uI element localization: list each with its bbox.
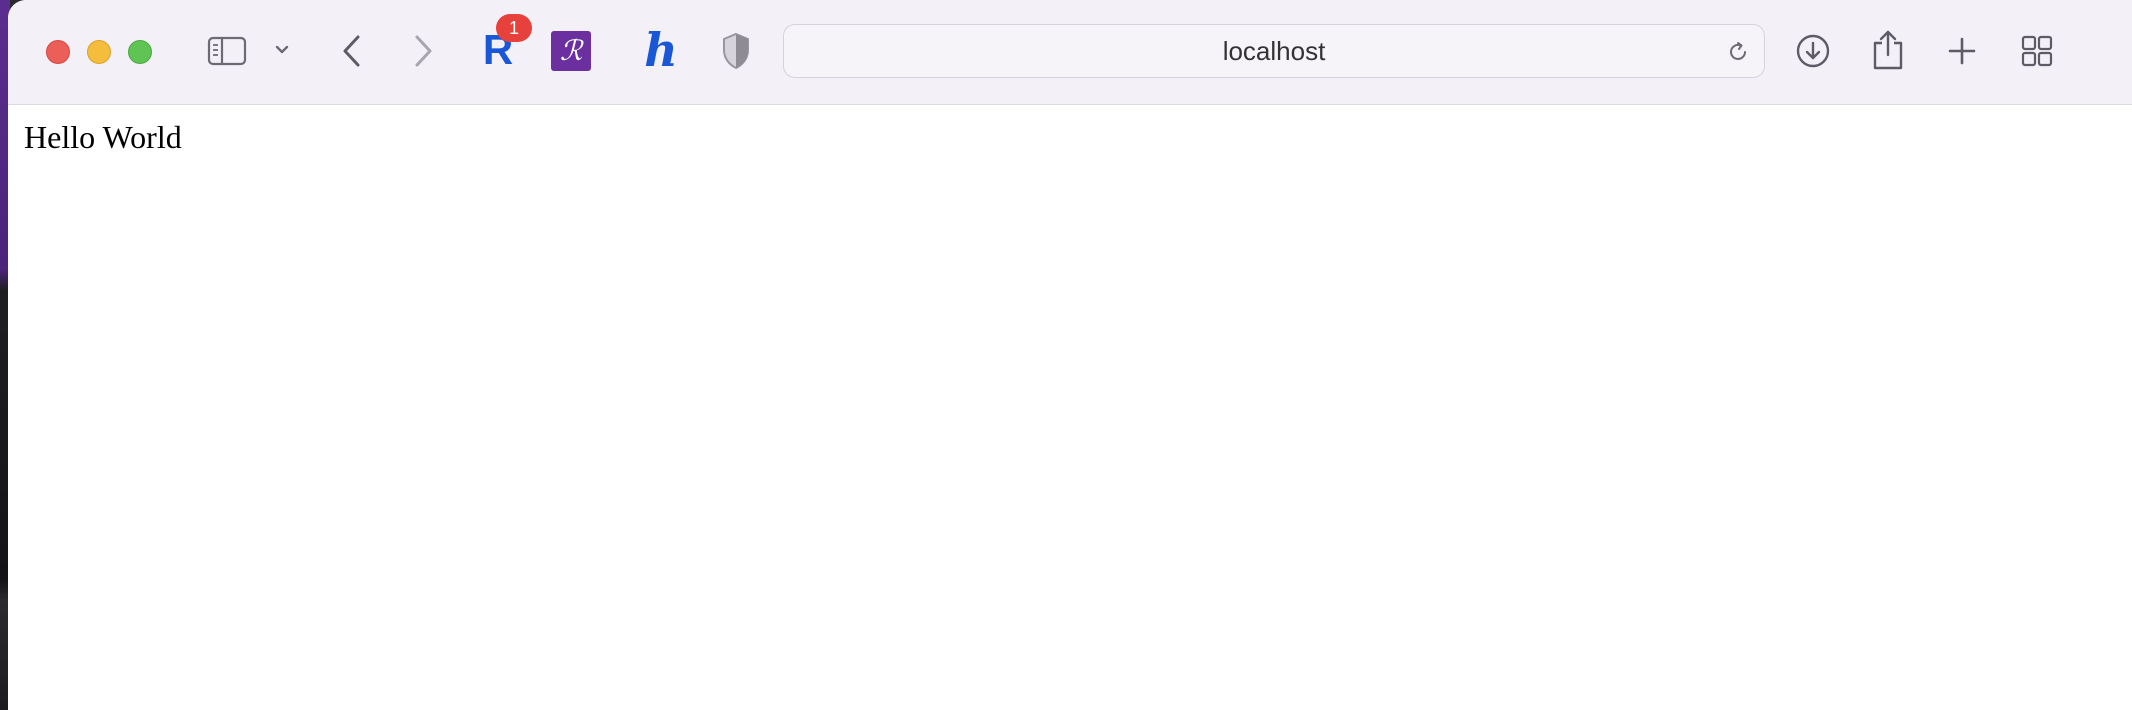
maximize-window-button[interactable] — [128, 40, 152, 64]
close-window-button[interactable] — [46, 40, 70, 64]
chevron-right-icon — [415, 35, 432, 67]
browser-toolbar: R 1 ℛ h localhost — [8, 0, 2132, 105]
honey-extension-button[interactable]: h — [636, 24, 686, 76]
roostr-extension-button[interactable]: ℛ — [551, 31, 591, 71]
page-body-text: Hello World — [24, 119, 182, 155]
plus-icon — [1948, 37, 1976, 65]
new-tab-button[interactable] — [1942, 31, 1982, 71]
sidebar-menu-button[interactable] — [270, 38, 294, 62]
notification-badge: 1 — [496, 14, 532, 42]
privacy-extension-button[interactable] — [718, 30, 754, 72]
sidebar-icon — [207, 36, 247, 66]
reload-icon — [1730, 42, 1746, 60]
back-button[interactable] — [332, 30, 372, 72]
roostr-logo-icon: ℛ — [559, 34, 583, 67]
tab-overview-button[interactable] — [2017, 31, 2057, 71]
honey-logo-icon: h — [644, 23, 678, 77]
web-page-content: Hello World — [8, 105, 2132, 710]
address-url-text[interactable]: localhost — [784, 25, 1764, 77]
minimize-window-button[interactable] — [87, 40, 111, 64]
share-button[interactable] — [1868, 26, 1908, 74]
grid-icon — [2021, 35, 2053, 67]
shield-icon — [723, 32, 749, 70]
browser-window: R 1 ℛ h localhost Hello World — [8, 0, 2132, 710]
sidebar-toggle-button[interactable] — [202, 30, 252, 72]
chevron-left-icon — [343, 35, 360, 67]
reload-button[interactable] — [1724, 38, 1752, 66]
forward-button[interactable] — [403, 30, 443, 72]
chevron-down-icon — [275, 45, 289, 54]
share-icon — [1873, 30, 1903, 70]
download-icon — [1796, 34, 1830, 68]
downloads-button[interactable] — [1793, 31, 1833, 71]
address-bar[interactable]: localhost — [783, 24, 1765, 78]
